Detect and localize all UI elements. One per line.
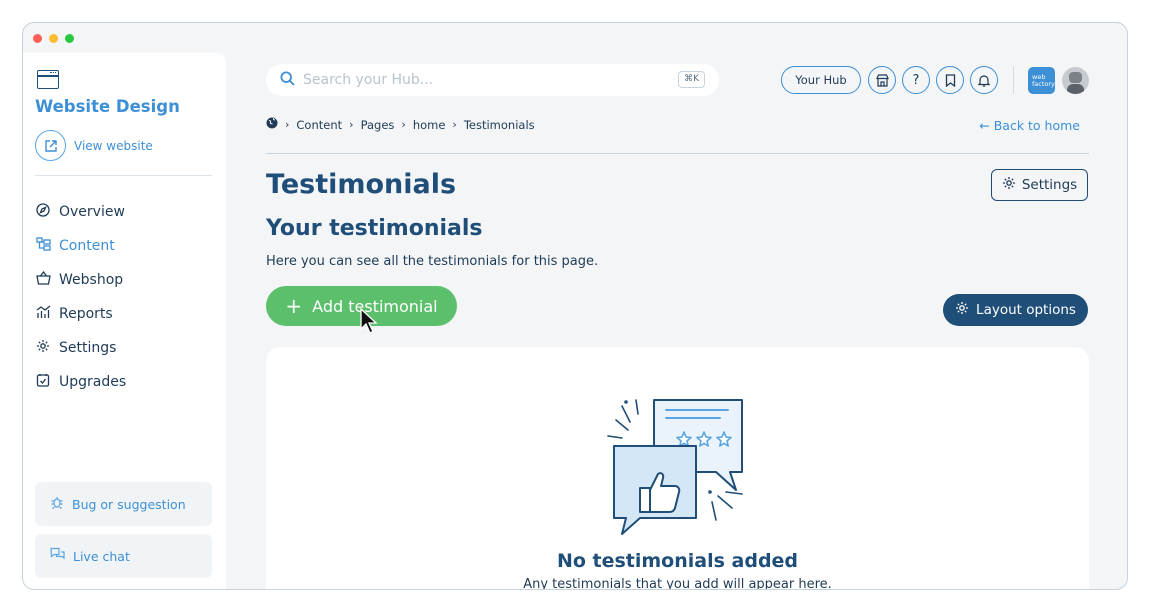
page-title: Testimonials (266, 169, 457, 200)
breadcrumb: › Content › Pages › home › Testimonials (266, 117, 535, 132)
minimize-window-button[interactable] (49, 34, 58, 43)
browser-window-icon (37, 70, 59, 89)
breadcrumb-item-content[interactable]: Content (296, 118, 342, 132)
settings-button-label: Settings (1021, 177, 1078, 193)
gear-icon (35, 339, 51, 357)
sidebar-item-label: Reports (59, 306, 113, 322)
view-website-label: View website (74, 138, 153, 153)
breadcrumb-item-home[interactable]: home (413, 118, 446, 132)
your-hub-button[interactable]: Your Hub (781, 66, 861, 94)
app-window: Website Design View website Overview Con… (22, 22, 1128, 590)
brand-logo[interactable]: web factory (1028, 67, 1055, 94)
sidebar-item-settings[interactable]: Settings (35, 331, 215, 365)
help-icon[interactable]: ? (902, 66, 930, 94)
sidebar-item-label: Content (59, 238, 115, 254)
chevron-right-icon: › (349, 118, 354, 131)
sidebar-item-label: Upgrades (59, 374, 127, 390)
breadcrumb-item-testimonials: Testimonials (463, 117, 535, 132)
gear-icon (1002, 176, 1016, 194)
store-icon[interactable] (868, 66, 896, 94)
breadcrumb-item-pages[interactable]: Pages (361, 118, 395, 132)
sidebar-item-label: Webshop (59, 272, 124, 288)
external-link-icon (35, 130, 66, 161)
empty-state-title: No testimonials added (556, 550, 799, 572)
testimonials-empty-state: No testimonials added Any testimonials t… (266, 347, 1089, 590)
search-icon (280, 70, 295, 90)
sidebar-nav: Overview Content Webshop Reports Setting… (35, 195, 215, 399)
maximize-window-button[interactable] (65, 34, 74, 43)
sidebar-item-content[interactable]: Content (35, 229, 215, 263)
search-shortcut-badge: ⌘K (678, 71, 705, 88)
chevron-right-icon: › (401, 118, 406, 131)
sidebar-item-label: Overview (59, 204, 125, 220)
testimonial-illustration-icon (607, 399, 743, 535)
bookmark-icon[interactable] (936, 66, 964, 94)
live-chat-button[interactable]: Live chat (35, 534, 212, 578)
live-chat-label: Live chat (73, 548, 130, 564)
sidebar-item-label: Settings (59, 340, 117, 356)
sidebar-divider (35, 175, 212, 176)
site-title: Website Design (35, 97, 180, 116)
content-tree-icon (35, 237, 51, 255)
compass-icon (35, 203, 51, 221)
section-description: Here you can see all the testimonials fo… (266, 254, 599, 269)
settings-button[interactable]: Settings (991, 169, 1088, 201)
layout-options-label: Layout options (976, 302, 1076, 318)
upgrade-icon (35, 373, 51, 391)
notification-bell-icon[interactable] (970, 66, 998, 94)
search-bar[interactable]: ⌘K (266, 64, 719, 96)
chart-icon (35, 305, 51, 323)
sidebar-item-reports[interactable]: Reports (35, 297, 215, 331)
chevron-right-icon: › (285, 118, 290, 131)
header-divider (266, 153, 1089, 154)
chevron-right-icon: › (452, 118, 457, 131)
sidebar-item-overview[interactable]: Overview (35, 195, 215, 229)
bug-suggestion-button[interactable]: Bug or suggestion (35, 482, 212, 526)
avatar[interactable] (1062, 67, 1089, 94)
layout-options-button[interactable]: Layout options (943, 294, 1088, 326)
search-input[interactable] (303, 72, 663, 88)
globe-icon[interactable] (266, 117, 278, 132)
sidebar-item-upgrades[interactable]: Upgrades (35, 365, 215, 399)
empty-state-description: Any testimonials that you add will appea… (523, 577, 832, 590)
chat-bubbles-icon (50, 547, 65, 565)
bug-icon (50, 495, 64, 513)
mouse-cursor-icon (360, 308, 378, 334)
close-window-button[interactable] (33, 34, 42, 43)
sidebar-item-webshop[interactable]: Webshop (35, 263, 215, 297)
basket-icon (35, 270, 51, 289)
view-website-link[interactable]: View website (35, 130, 153, 161)
plus-icon: + (285, 294, 303, 318)
bug-suggestion-label: Bug or suggestion (72, 496, 186, 512)
topbar-divider (1013, 66, 1014, 94)
back-to-home-link[interactable]: ← Back to home (979, 118, 1080, 133)
section-title: Your testimonials (266, 216, 483, 241)
sidebar: Website Design View website Overview Con… (23, 53, 226, 589)
gear-icon (955, 301, 969, 319)
window-controls (33, 34, 74, 43)
